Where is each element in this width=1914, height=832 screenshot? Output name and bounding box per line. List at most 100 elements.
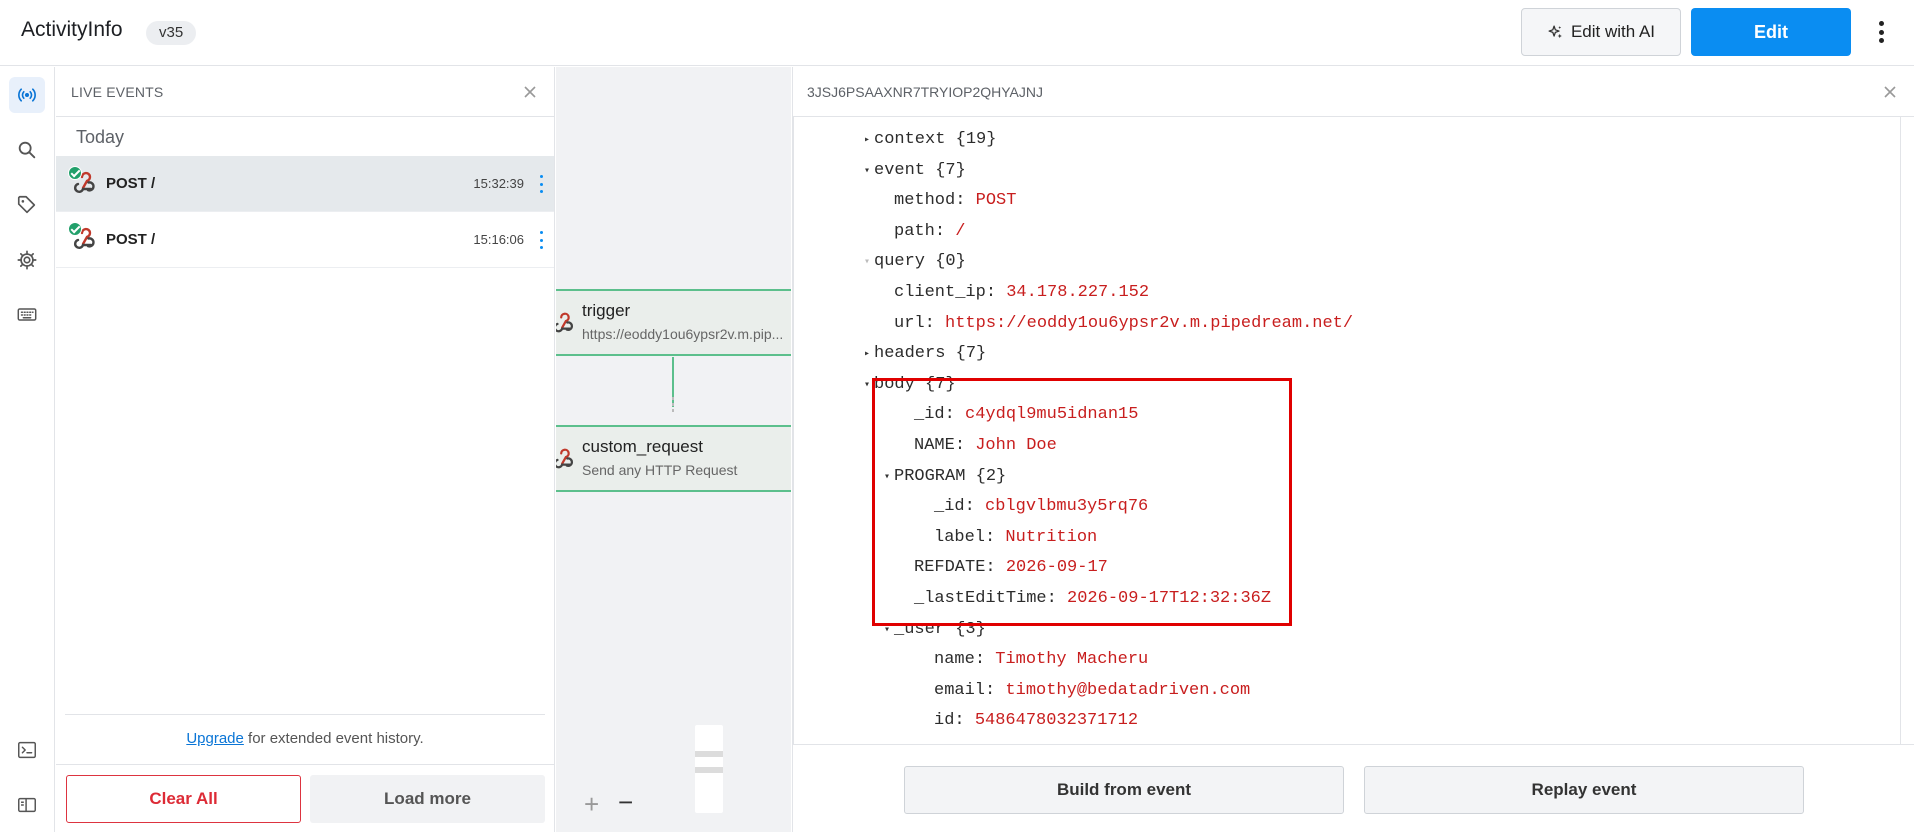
edit-with-ai-label: Edit with AI bbox=[1570, 22, 1656, 41]
json-key: name bbox=[934, 650, 975, 670]
json-summary: {3} bbox=[955, 619, 986, 639]
edit-button[interactable]: Edit bbox=[1691, 8, 1851, 56]
json-key: NAME bbox=[914, 436, 955, 455]
zoom-in-button[interactable]: + bbox=[584, 789, 599, 820]
close-icon[interactable] bbox=[1882, 84, 1898, 100]
caret-right-icon[interactable]: ▸ bbox=[860, 126, 874, 156]
workflow-canvas[interactable]: trigger https://eoddy1ou6ypsr2v.m.pip...… bbox=[556, 67, 791, 832]
live-events-icon[interactable] bbox=[9, 77, 45, 113]
json-key: method bbox=[894, 191, 956, 211]
webhook-icon bbox=[556, 312, 573, 333]
gear-icon[interactable] bbox=[9, 242, 45, 278]
json-key: path bbox=[894, 221, 935, 241]
json-value: John Doe bbox=[975, 436, 1057, 455]
success-check-icon bbox=[68, 222, 82, 236]
json-value: 2026-09-17 bbox=[1005, 558, 1108, 578]
app-title: ActivityInfo bbox=[21, 18, 123, 41]
json-key: label bbox=[934, 527, 986, 547]
replay-event-button[interactable]: Replay event bbox=[1364, 766, 1804, 814]
json-key: email bbox=[934, 680, 986, 700]
json-tree[interactable]: ▸ context {19} ▾ event {7} method: POST path:… bbox=[793, 117, 1901, 744]
json-line: client_ip: 34.178.227.152 bbox=[894, 283, 1150, 302]
json-key: _id bbox=[914, 405, 945, 425]
json-key: event bbox=[874, 160, 926, 180]
json-value: timothy@bedatadriven.com bbox=[1005, 680, 1251, 700]
event-row[interactable]: POST / 15:32:39 bbox=[56, 156, 554, 212]
json-line: path: / bbox=[894, 221, 966, 241]
clear-all-button[interactable]: Clear All bbox=[66, 775, 301, 823]
json-key: _id bbox=[934, 497, 965, 517]
event-menu-icon[interactable] bbox=[536, 231, 546, 249]
upgrade-note: Upgrade for extended event history. bbox=[65, 714, 545, 760]
panel-icon[interactable] bbox=[9, 787, 45, 823]
event-id: 3JSJ6PSAAXNR7TRYIOP2QHYAJNJ bbox=[807, 84, 1044, 100]
build-from-event-button[interactable]: Build from event bbox=[904, 766, 1344, 814]
node-subtitle: Send any HTTP Request bbox=[582, 462, 738, 478]
json-summary: {7} bbox=[925, 374, 956, 394]
edit-with-ai-button[interactable]: Edit with AI bbox=[1521, 8, 1681, 56]
json-line: email: timothy@bedatadriven.com bbox=[934, 680, 1251, 700]
node-connector-dashed bbox=[672, 397, 674, 415]
terminal-icon[interactable] bbox=[9, 732, 45, 768]
minimap[interactable] bbox=[695, 725, 723, 813]
json-summary: {7} bbox=[955, 344, 987, 364]
json-value: Nutrition bbox=[1005, 527, 1098, 547]
json-line[interactable]: ▾ PROGRAM {2} bbox=[880, 462, 1006, 492]
live-events-footer: Clear All Load more bbox=[56, 764, 554, 832]
custom-request-node[interactable]: custom_request Send any HTTP Request bbox=[556, 425, 791, 492]
node-title: trigger bbox=[582, 301, 631, 320]
close-icon[interactable] bbox=[522, 84, 538, 100]
load-more-button[interactable]: Load more bbox=[310, 775, 545, 823]
json-line[interactable]: ▸ context {19} bbox=[860, 125, 996, 155]
json-value: cblgvlbmu3y5rq76 bbox=[985, 497, 1149, 517]
live-events-header: LIVE EVENTS bbox=[56, 67, 554, 117]
live-events-title: LIVE EVENTS bbox=[71, 84, 164, 100]
node-title: custom_request bbox=[582, 437, 703, 456]
caret-down-icon[interactable]: ▾ bbox=[860, 157, 874, 187]
json-line: name: Timothy Macheru bbox=[934, 650, 1149, 670]
caret-down-icon[interactable]: ▾ bbox=[860, 371, 874, 401]
json-value: https://eoddy1ou6ypsr2v.m.pipedream.net/ bbox=[945, 313, 1354, 333]
zoom-out-button[interactable]: − bbox=[618, 787, 633, 818]
trigger-node[interactable]: trigger https://eoddy1ou6ypsr2v.m.pip... bbox=[556, 289, 791, 356]
json-key: url bbox=[894, 313, 925, 333]
live-events-panel: LIVE EVENTS Today POST / 15:32:39 POST /… bbox=[56, 67, 555, 832]
json-key: client_ip bbox=[894, 283, 986, 302]
event-row[interactable]: POST / 15:16:06 bbox=[56, 212, 554, 268]
json-line[interactable]: ▾ event {7} bbox=[860, 156, 966, 186]
json-line: NAME: John Doe bbox=[914, 436, 1057, 455]
search-icon[interactable] bbox=[9, 132, 45, 168]
caret-down-icon[interactable]: ▾ bbox=[880, 616, 894, 646]
event-label: POST / bbox=[106, 175, 156, 192]
json-value: 34.178.227.152 bbox=[1006, 283, 1150, 302]
event-menu-icon[interactable] bbox=[536, 175, 546, 193]
json-summary: {0} bbox=[935, 252, 966, 272]
tag-icon[interactable] bbox=[9, 187, 45, 223]
json-line[interactable]: ▾ _user {3} bbox=[880, 615, 986, 645]
event-group-label: Today bbox=[76, 127, 125, 147]
json-value: Timothy Macheru bbox=[995, 650, 1149, 670]
json-value: 5486478032371712 bbox=[974, 711, 1139, 731]
caret-right-icon[interactable]: ▸ bbox=[860, 340, 874, 370]
json-line[interactable]: ▾ query {0} bbox=[860, 247, 966, 277]
event-label: POST / bbox=[106, 231, 156, 248]
version-badge[interactable]: v35 bbox=[146, 21, 197, 45]
json-line: url: https://eoddy1ou6ypsr2v.m.pipedream… bbox=[894, 313, 1354, 333]
caret-down-icon[interactable]: ▾ bbox=[860, 248, 874, 278]
json-key: context bbox=[874, 130, 946, 149]
keyboard-icon[interactable] bbox=[9, 297, 45, 333]
upgrade-link[interactable]: Upgrade bbox=[186, 730, 244, 747]
json-value: / bbox=[955, 221, 966, 241]
more-options-icon[interactable] bbox=[1870, 17, 1892, 47]
json-summary: {2} bbox=[975, 466, 1007, 486]
json-line[interactable]: ▸ headers {7} bbox=[860, 339, 986, 369]
json-value: POST bbox=[975, 191, 1017, 211]
event-detail-header: 3JSJ6PSAAXNR7TRYIOP2QHYAJNJ bbox=[793, 67, 1914, 117]
json-line: _id: c4ydql9mu5idnan15 bbox=[914, 405, 1139, 425]
caret-down-icon[interactable]: ▾ bbox=[880, 463, 894, 493]
json-key: id bbox=[934, 711, 955, 731]
json-key: body bbox=[874, 374, 915, 394]
event-time: 15:32:39 bbox=[473, 176, 524, 191]
webhook-icon bbox=[556, 448, 573, 469]
json-line[interactable]: ▾ body {7} bbox=[860, 370, 956, 400]
